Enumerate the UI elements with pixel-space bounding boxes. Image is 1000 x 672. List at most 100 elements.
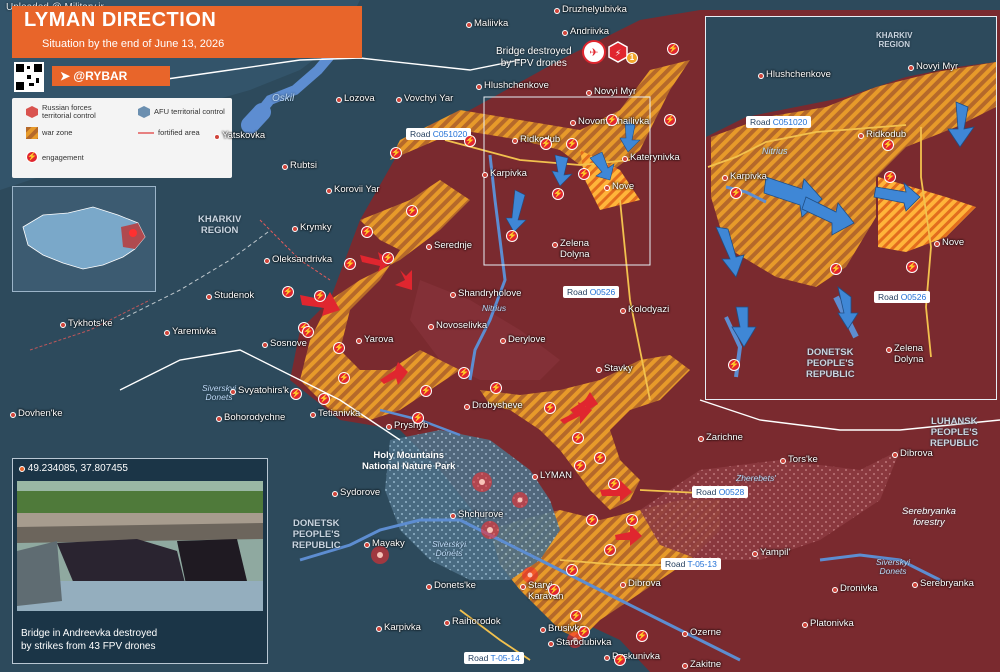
place-marker — [892, 452, 898, 458]
zoom-place-label: Hlushchenkove — [766, 69, 831, 80]
engagement-marker: ⚡ — [552, 188, 564, 200]
engagement-marker: ⚡ — [506, 230, 518, 242]
place-label: Serebryanka — [920, 578, 974, 589]
place-marker — [682, 663, 688, 669]
place-label: Maliivka — [474, 18, 509, 29]
qr-code[interactable] — [14, 62, 44, 92]
zoom-place-marker — [934, 241, 940, 247]
place-marker — [620, 308, 626, 314]
place-marker — [332, 491, 338, 497]
place-label: Karpivka — [384, 622, 421, 633]
place-label: Kolodyazi — [628, 304, 670, 315]
bridge-icons: ✈ ⚡ — [582, 40, 628, 64]
place-marker — [540, 627, 546, 633]
engagement-marker: ⚡ — [406, 205, 418, 217]
place-marker — [554, 8, 560, 14]
place-label: Dibrova — [900, 448, 933, 459]
place-label: Korovii Yar — [334, 184, 380, 195]
place-marker — [310, 412, 316, 418]
zoom-engagement-marker: ⚡ — [730, 187, 742, 199]
place-marker — [396, 97, 402, 103]
place-label: Novoselivka — [436, 320, 488, 331]
engagement-marker: ⚡ — [282, 286, 294, 298]
zoom-place-label: Nove — [942, 237, 965, 248]
engagement-marker: ⚡ — [382, 252, 394, 264]
engagement-marker: ⚡ — [333, 342, 345, 354]
region-donetsk: DONETSK PEOPLE'S REPUBLIC — [292, 518, 341, 551]
place-marker — [698, 436, 704, 442]
telegram-handle[interactable]: ➤ @RYBAR — [52, 66, 170, 86]
place-marker — [282, 164, 288, 170]
engagement-marker: ⚡ — [594, 452, 606, 464]
place-marker — [682, 631, 688, 637]
place-label: Rubtsi — [290, 160, 317, 171]
engagement-marker: ⚡ — [318, 393, 330, 405]
engagement-marker: ⚡ — [570, 610, 582, 622]
zoom-place-marker — [722, 175, 728, 181]
engagement-marker: ⚡ — [667, 43, 679, 55]
place-marker — [752, 551, 758, 557]
map-title: LYMAN DIRECTION — [24, 9, 217, 31]
place-marker — [604, 655, 610, 661]
bridge-photo[interactable] — [17, 481, 263, 611]
place-marker — [596, 367, 602, 373]
place-label: Shandryholove — [458, 288, 522, 299]
place-marker — [264, 258, 270, 264]
map-subtitle: Situation by the end of June 13, 2026 — [42, 38, 225, 50]
place-label: Yarova — [364, 334, 394, 345]
engagement-marker: ⚡ — [578, 168, 590, 180]
engagement-marker: ⚡ — [614, 654, 626, 666]
place-marker — [206, 294, 212, 300]
place-label: Karpivka — [490, 168, 527, 179]
engagement-marker: ⚡ — [344, 258, 356, 270]
place-marker — [570, 120, 576, 126]
legend: Russian forces territorial control AFU t… — [12, 98, 232, 178]
region-kharkiv: KHARKIV REGION — [198, 214, 242, 236]
engagement-marker: ⚡ — [544, 402, 556, 414]
place-label: Oleksandrivka — [272, 254, 333, 265]
engagement-marker: ⚡ — [604, 544, 616, 556]
engagement-marker: ⚡ — [290, 388, 302, 400]
engagement-icon: ⚡ — [26, 151, 38, 163]
place-marker — [604, 185, 610, 191]
engagement-marker: ⚡ — [540, 138, 552, 150]
region-forestry: Serebryanka forestry — [902, 506, 956, 528]
place-label: Katerynivka — [630, 152, 680, 163]
region-luhansk: LUHANSK PEOPLE'S REPUBLIC — [930, 416, 979, 449]
place-label: Platonivka — [810, 618, 854, 629]
place-label: Serednje — [434, 240, 473, 251]
place-marker — [10, 412, 16, 418]
place-marker — [482, 172, 488, 178]
zoom-place-label: Novyi Myr — [916, 61, 959, 72]
place-label: Tetianivka — [318, 408, 361, 419]
place-marker — [60, 322, 66, 328]
engagement-marker: ⚡ — [626, 514, 638, 526]
place-label: Hlushchenkove — [484, 80, 549, 91]
road-t0513: Road T-05-13 — [661, 558, 721, 570]
place-label: Studenok — [214, 290, 255, 301]
place-marker — [532, 474, 538, 480]
zoom-inset: KHARKIV REGION DONETSK PEOPLE'S REPUBLIC… — [705, 16, 997, 400]
zoom-map — [706, 17, 996, 399]
place-marker — [230, 389, 236, 395]
river-donets-2: Siverskyi Donets — [432, 539, 467, 558]
bridge-callout: Bridge destroyed by FPV drones — [496, 46, 572, 69]
place-marker — [520, 584, 526, 590]
zoom-place-label: Karpivka — [730, 171, 767, 182]
engagement-marker: ⚡ — [574, 460, 586, 472]
engagement-marker: ⚡ — [566, 138, 578, 150]
place-label: Yaremivka — [172, 326, 217, 337]
river-zherebets: Zherebets' — [736, 473, 776, 483]
zoom-place-marker — [886, 347, 892, 353]
place-marker — [444, 620, 450, 626]
place-label: Tors'ke — [788, 454, 818, 465]
place-label: Donets'ke — [434, 580, 476, 591]
place-label: Pryshyb — [394, 420, 429, 431]
zoom-region-donetsk: DONETSK PEOPLE'S REPUBLIC — [806, 347, 855, 380]
photo-coordinates: 49.234085, 37.807455 — [19, 463, 128, 474]
zoom-engagement-marker: ⚡ — [884, 171, 896, 183]
legend-engagement: engagement — [42, 153, 84, 162]
place-label: Zarichne — [706, 432, 743, 443]
place-marker — [466, 22, 472, 28]
ukraine-outline — [22, 206, 146, 270]
